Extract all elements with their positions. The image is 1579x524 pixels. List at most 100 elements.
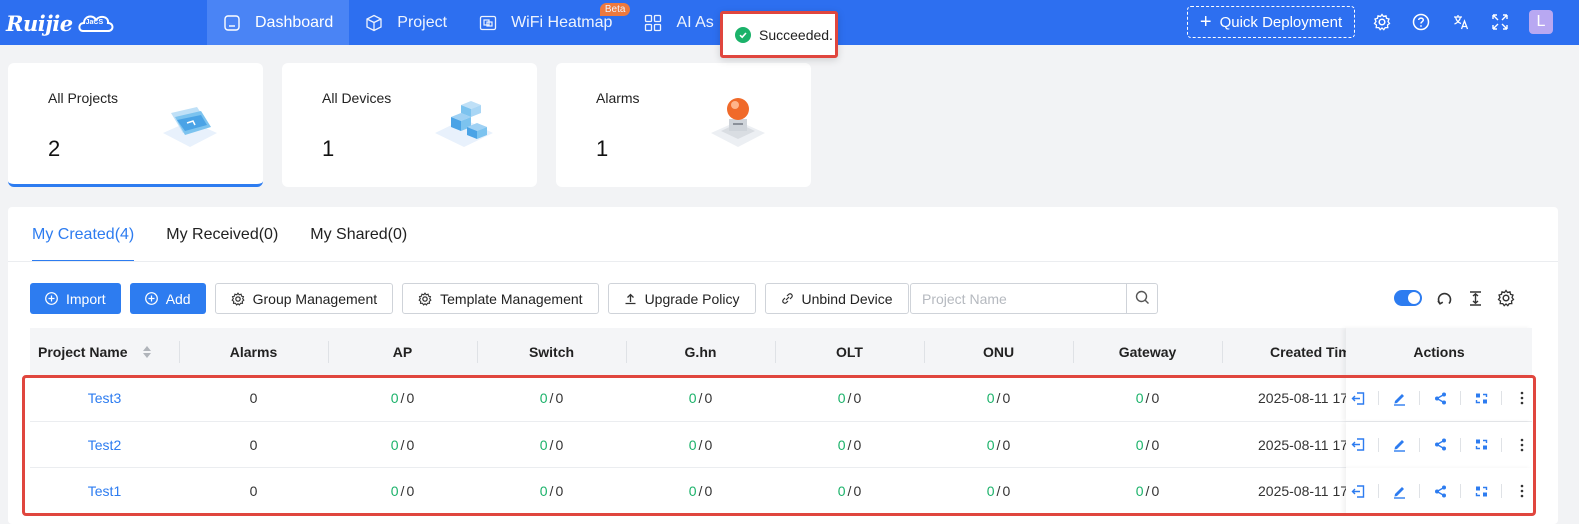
stat-card-all-devices[interactable]: All Devices 1 (282, 63, 537, 187)
stat-value: 2 (48, 136, 61, 161)
tab-my-created[interactable]: My Created(4) (32, 224, 135, 262)
project-name-link[interactable]: Test2 (30, 422, 179, 468)
column-header-olt: OLT (836, 343, 863, 360)
gateway-count-cell[interactable]: 0/0 (1073, 468, 1222, 514)
alarms-cell: 0 (249, 436, 258, 453)
nav-label: AI As (676, 13, 714, 31)
upgrade-policy-button[interactable]: Upgrade Policy (607, 283, 756, 314)
column-settings-icon[interactable] (1496, 288, 1516, 308)
alarm-illustration-icon (705, 93, 771, 153)
table-row: Test1 0 0/0 0/0 0/0 0/0 0/0 0/0 2025-08-… (30, 468, 1532, 515)
action-divider (1378, 437, 1379, 452)
switch-count-cell[interactable]: 0/0 (477, 375, 626, 421)
plus-circle-icon (144, 292, 158, 305)
column-height-icon[interactable] (1465, 288, 1485, 308)
project-name-link[interactable]: Test1 (30, 468, 179, 514)
share-icon[interactable] (1430, 388, 1450, 408)
column-header-onu: ONU (982, 343, 1015, 360)
project-toolbar: Import Add Group Management Template Man… (30, 283, 918, 314)
enter-project-icon[interactable] (1348, 435, 1368, 455)
switch-count-cell[interactable]: 0/0 (477, 468, 626, 514)
unlink-icon (781, 292, 794, 305)
transfer-icon[interactable] (1471, 435, 1491, 455)
column-header-ghn: G.hn (684, 343, 717, 360)
template-management-label: Template Management (440, 290, 583, 307)
upgrade-policy-label: Upgrade Policy (644, 290, 740, 307)
refresh-icon[interactable] (1434, 288, 1454, 308)
share-icon[interactable] (1430, 435, 1450, 455)
unbind-device-button[interactable]: Unbind Device (764, 283, 909, 314)
more-icon[interactable] (1512, 481, 1532, 501)
olt-count-cell[interactable]: 0/0 (775, 375, 924, 421)
column-header-gateway: Gateway (1118, 343, 1177, 360)
column-header-ap: AP (392, 343, 413, 360)
olt-count-cell[interactable]: 0/0 (775, 468, 924, 514)
grid-apps-icon (644, 14, 662, 32)
gateway-count-cell[interactable]: 0/0 (1073, 375, 1222, 421)
column-header-alarms: Alarms (229, 343, 278, 360)
tab-my-shared[interactable]: My Shared(0) (310, 224, 407, 262)
column-header-created-time: Created Tim (1270, 343, 1346, 360)
stat-card-alarms[interactable]: Alarms 1 (556, 63, 811, 187)
view-toggle-switch[interactable] (1394, 290, 1422, 306)
ghn-count-cell[interactable]: 0/0 (626, 422, 775, 468)
enter-project-icon[interactable] (1348, 481, 1368, 501)
user-avatar[interactable]: L (1529, 10, 1553, 34)
group-management-button[interactable]: Group Management (214, 283, 394, 314)
nav-wifi-heatmap[interactable]: WiFi Heatmap Beta (463, 0, 631, 45)
ghn-count-cell[interactable]: 0/0 (626, 375, 775, 421)
gateway-count-cell[interactable]: 0/0 (1073, 422, 1222, 468)
logo-badge: JaCS (85, 19, 104, 26)
ghn-count-cell[interactable]: 0/0 (626, 468, 775, 514)
onu-count-cell[interactable]: 0/0 (924, 422, 1073, 468)
import-button[interactable]: Import (30, 283, 121, 314)
project-name-link[interactable]: Test3 (30, 375, 179, 421)
stat-card-all-projects[interactable]: All Projects 2 (8, 63, 263, 187)
add-button[interactable]: Add (129, 283, 206, 314)
action-divider (1378, 391, 1379, 405)
projects-panel: My Created(4) My Received(0) My Shared(0… (8, 207, 1558, 524)
edit-icon[interactable] (1389, 481, 1409, 501)
table-row: Test3 0 0/0 0/0 0/0 0/0 0/0 0/0 2025-08-… (30, 375, 1532, 422)
beta-badge: Beta (599, 3, 631, 16)
translate-icon[interactable] (1451, 12, 1471, 32)
success-toast: Succeeded. (720, 11, 838, 58)
settings-icon[interactable] (1372, 12, 1392, 32)
edit-icon[interactable] (1389, 388, 1409, 408)
more-icon[interactable] (1512, 388, 1532, 408)
project-search (910, 283, 1158, 314)
ap-count-cell[interactable]: 0/0 (328, 422, 477, 468)
action-divider (1419, 391, 1420, 405)
help-icon[interactable] (1411, 12, 1431, 32)
share-icon[interactable] (1430, 481, 1450, 501)
nav-dashboard[interactable]: Dashboard (207, 0, 350, 45)
action-divider (1419, 437, 1420, 452)
sort-icon[interactable] (143, 345, 152, 358)
tab-my-received[interactable]: My Received(0) (166, 224, 278, 262)
transfer-icon[interactable] (1471, 388, 1491, 408)
ruijie-logo[interactable]: Ruijie JaCS (6, 8, 115, 38)
template-management-button[interactable]: Template Management (402, 283, 599, 314)
enter-project-icon[interactable] (1348, 388, 1368, 408)
action-divider (1501, 484, 1502, 498)
project-name-search-input[interactable] (911, 284, 1126, 313)
table-header: Project Name Alarms AP Switch G.hn OLT O… (30, 328, 1532, 375)
quick-deployment-button[interactable]: + Quick Deployment (1187, 6, 1355, 38)
olt-count-cell[interactable]: 0/0 (775, 422, 924, 468)
search-button[interactable] (1126, 284, 1157, 313)
edit-icon[interactable] (1389, 435, 1409, 455)
nav-ai-assistant[interactable]: AI As (628, 0, 729, 45)
plus-icon: + (1199, 11, 1212, 33)
fullscreen-icon[interactable] (1490, 12, 1510, 32)
add-label: Add (165, 290, 191, 307)
nav-project[interactable]: Project (349, 0, 463, 45)
switch-count-cell[interactable]: 0/0 (477, 422, 626, 468)
more-icon[interactable] (1512, 435, 1532, 455)
ap-count-cell[interactable]: 0/0 (328, 375, 477, 421)
onu-count-cell[interactable]: 0/0 (924, 375, 1073, 421)
column-header-project-name[interactable]: Project Name (30, 328, 179, 375)
alarms-cell: 0 (249, 483, 258, 499)
onu-count-cell[interactable]: 0/0 (924, 468, 1073, 514)
transfer-icon[interactable] (1471, 481, 1491, 501)
ap-count-cell[interactable]: 0/0 (328, 468, 477, 514)
